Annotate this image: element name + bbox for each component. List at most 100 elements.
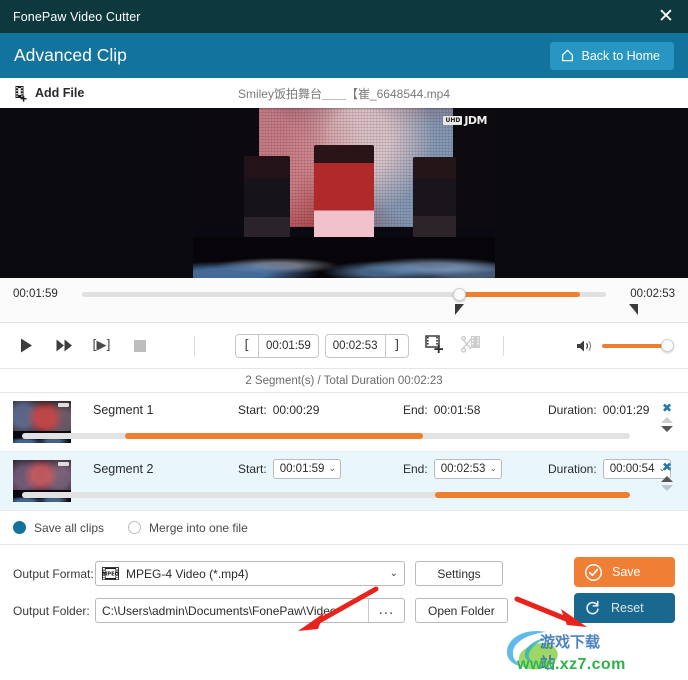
back-to-home-button[interactable]: Back to Home (550, 41, 674, 70)
trim-start-field[interactable]: [ 00:01:59 (235, 333, 319, 358)
output-folder-value: C:\Users\admin\Documents\FonePaw\Video (102, 603, 337, 618)
output-folder-input[interactable]: C:\Users\admin\Documents\FonePaw\Video .… (95, 598, 405, 623)
close-icon[interactable]: ✕ (644, 0, 688, 33)
title-bar: FonePaw Video Cutter ✕ (0, 0, 688, 33)
segment-start-stepper[interactable]: 00:01:59 ⌄ (272, 459, 341, 479)
output-format-label: Output Format: (13, 566, 94, 581)
move-segment-down-icon[interactable] (661, 426, 673, 432)
trim-end-field[interactable]: 00:02:53 ] (324, 333, 409, 358)
segment-end: End: 00:02:53 ⌄ (403, 459, 502, 479)
add-file-label: Add File (35, 86, 85, 100)
video-preview[interactable]: UHD JDM (0, 108, 688, 278)
play-button[interactable] (15, 338, 37, 353)
add-segment-button[interactable] (424, 335, 445, 356)
video-frame: UHD JDM (193, 108, 495, 278)
volume-icon (577, 340, 592, 351)
segment-duration: Duration: 00:01:29 (548, 403, 649, 417)
video-cutter-window: FonePaw Video Cutter ✕ Advanced Clip Bac… (0, 0, 688, 679)
radio-merge-into-one-file[interactable]: Merge into one file (128, 521, 248, 535)
volume-knob[interactable] (661, 339, 674, 352)
trim-end-value: 00:02:53 (326, 334, 386, 357)
save-label: Save (612, 565, 641, 579)
volume-control[interactable] (576, 339, 674, 353)
uhd-badge-text: UHD (443, 116, 463, 125)
volume-slider[interactable] (602, 339, 674, 352)
radio-save-all-clips-label: Save all clips (34, 520, 105, 535)
reset-button[interactable]: Reset (574, 593, 675, 623)
timeline-playhead[interactable] (453, 288, 467, 301)
radio-save-all-clips[interactable]: Save all clips (13, 521, 104, 535)
save-mode-options: Save all clips Merge into one file (0, 511, 688, 545)
segment-start: Start: 00:01:59 ⌄ (238, 459, 341, 479)
move-segment-up-icon[interactable] (661, 476, 673, 482)
remove-segment-icon[interactable]: ✖ (662, 461, 672, 473)
segment-duration: Duration: 00:00:54 ⌄ (548, 459, 672, 479)
move-segment-up-icon[interactable] (661, 417, 673, 423)
segment-end-label: End: (403, 462, 428, 476)
home-icon (562, 49, 574, 62)
trim-markers (80, 304, 639, 318)
segment-end-label: End: (403, 403, 428, 417)
segment-row[interactable]: Segment 1 Start: 00:00:29 End: 00:01:58 … (0, 393, 688, 452)
fast-forward-button[interactable] (53, 339, 75, 352)
segment-content: Segment 2 Start: 00:01:59 ⌄ End: 00:02:5… (71, 452, 688, 510)
play-icon (20, 338, 32, 353)
refresh-icon (586, 600, 599, 615)
frame-step-button[interactable]: [▶] (89, 338, 113, 353)
remove-segment-icon[interactable]: ✖ (662, 402, 672, 414)
trim-in-marker[interactable] (454, 304, 464, 315)
segment-actions: ✖ (659, 461, 675, 491)
add-file-button[interactable]: Add File (0, 85, 84, 102)
advanced-clip-header: Advanced Clip Back to Home (0, 33, 688, 78)
segment-end-value: 00:01:58 (433, 403, 481, 417)
output-section: Output Format: MPEG MPEG-4 Video (*.mp4)… (0, 545, 688, 679)
segment-range-bar[interactable] (22, 492, 630, 498)
split-segment-icon (460, 335, 480, 353)
segment-duration-value: 00:00:54 (609, 463, 655, 475)
segment-duration-label: Duration: (548, 403, 597, 417)
chevron-down-icon[interactable]: ⌄ (390, 568, 398, 579)
open-folder-button[interactable]: Open Folder (415, 598, 508, 623)
back-to-home-label: Back to Home (581, 48, 660, 63)
stop-icon (134, 339, 146, 352)
split-segment-button[interactable] (460, 335, 481, 356)
controls-divider-2 (502, 335, 504, 356)
segment-end-value: 00:02:53 (440, 463, 486, 475)
segment-start-label: Start: (238, 403, 267, 417)
mpeg-film-icon: MPEG (102, 567, 119, 580)
reset-label: Reset (611, 601, 644, 615)
radio-merge-label: Merge into one file (149, 520, 248, 535)
stepper-arrows-icon[interactable]: ⌄ (489, 464, 497, 474)
window-title: FonePaw Video Cutter (13, 9, 141, 24)
timeline: 00:01:59 00:02:53 (0, 278, 688, 322)
stop-button[interactable] (129, 339, 151, 352)
segment-end-stepper[interactable]: 00:02:53 ⌄ (433, 459, 502, 479)
segment-row[interactable]: Segment 2 Start: 00:01:59 ⌄ End: 00:02:5… (0, 452, 688, 511)
trim-start-value: 00:01:59 (258, 334, 318, 357)
playback-controls: [▶] [ 00:01:59 00:02:53 ] (0, 322, 688, 369)
stepper-arrows-icon[interactable]: ⌄ (328, 464, 336, 474)
segment-duration-value: 00:01:29 (602, 403, 650, 417)
move-segment-down-icon[interactable] (661, 485, 673, 491)
segment-content: Segment 1 Start: 00:00:29 End: 00:01:58 … (71, 393, 688, 451)
in-bracket-icon: [ (244, 338, 250, 353)
audience-crowd (193, 237, 495, 278)
segment-range-fill (125, 433, 424, 439)
segment-duration-label: Duration: (548, 462, 597, 476)
add-file-row: Add File Smiley饭拍舞台＿＿【崔_6648544.mp4 (0, 78, 688, 108)
trim-out-marker[interactable] (629, 304, 639, 315)
segment-info-line: Segment 2 Start: 00:01:59 ⌄ End: 00:02:5… (93, 452, 688, 486)
output-folder-label: Output Folder: (13, 603, 90, 618)
browse-folder-button[interactable]: ... (368, 599, 404, 622)
jdm-badge-text: JDM (464, 114, 487, 127)
segment-range-bar[interactable] (22, 433, 630, 439)
segment-actions: ✖ (659, 402, 675, 432)
settings-button[interactable]: Settings (415, 561, 503, 586)
save-button[interactable]: Save (574, 557, 675, 587)
timeline-current-time: 00:01:59 (13, 288, 58, 300)
out-bracket-icon: ] (393, 338, 400, 353)
segment-range-fill (435, 492, 630, 498)
thumbnail-badge (58, 462, 69, 466)
segment-info-line: Segment 1 Start: 00:00:29 End: 00:01:58 … (93, 393, 688, 427)
output-format-select[interactable]: MPEG MPEG-4 Video (*.mp4) ⌄ (95, 561, 405, 586)
